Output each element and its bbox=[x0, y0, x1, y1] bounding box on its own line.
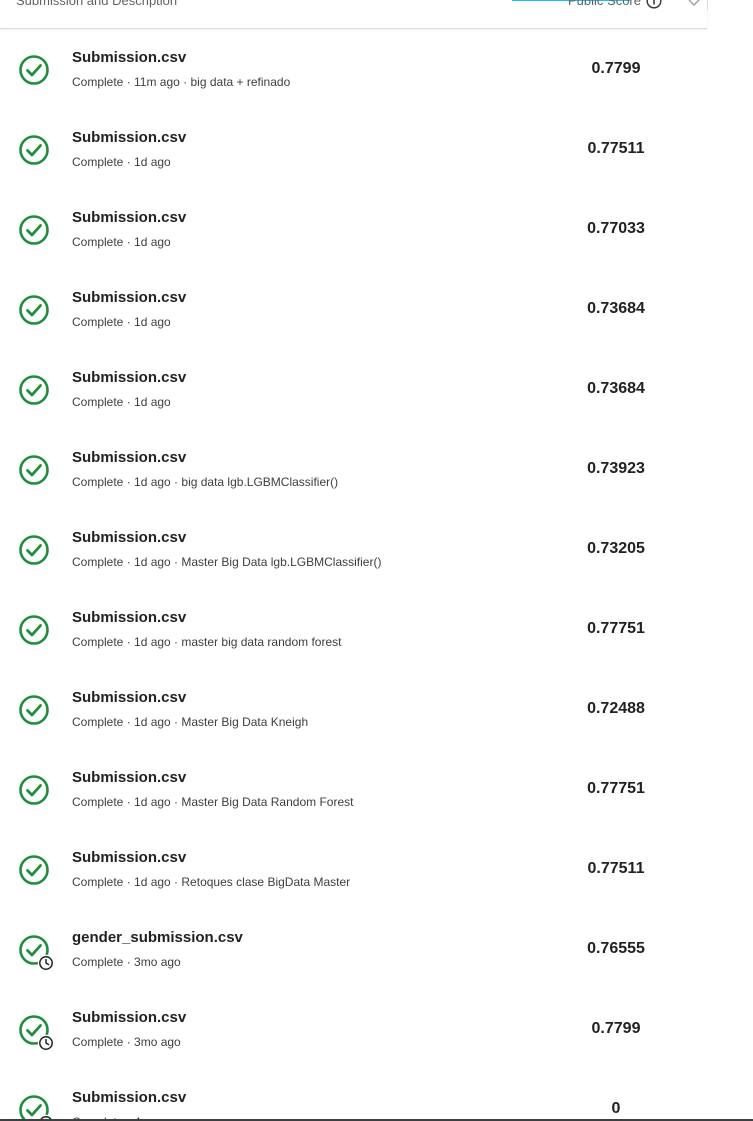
public-score-value: 0.77751 bbox=[587, 780, 645, 797]
public-score-column-header[interactable]: Public Score bbox=[568, 0, 641, 8]
public-score-value: 0.7799 bbox=[591, 1020, 641, 1037]
submission-filename[interactable]: Submission.csv bbox=[72, 849, 186, 866]
public-score-value: 0.73205 bbox=[587, 540, 645, 557]
public-score-value: 0.76555 bbox=[587, 940, 645, 957]
check-circle-icon bbox=[18, 454, 50, 486]
submission-status-description: Complete · 3mo ago bbox=[72, 955, 181, 969]
submission-status-description: Complete · 1d ago bbox=[72, 155, 171, 169]
submission-status-description: Complete · 1d ago · master big data rand… bbox=[72, 635, 342, 649]
submission-status-description: Complete · 11m ago · big data + refinado bbox=[72, 75, 291, 89]
submission-filename[interactable]: Submission.csv bbox=[72, 49, 186, 66]
submission-filename[interactable]: Submission.csv bbox=[72, 289, 186, 306]
submission-filename[interactable]: Submission.csv bbox=[72, 609, 186, 626]
public-score-value: 0.77511 bbox=[587, 140, 645, 157]
submission-row[interactable]: Submission.csv Complete · 11m ago · big d… bbox=[0, 29, 707, 109]
submission-row[interactable]: Submission.csv Complete · 1d ago 0.77033 bbox=[0, 189, 707, 269]
public-score-value: 0.72488 bbox=[587, 700, 645, 717]
submission-status-description: Complete · 1d ago · Master Big Data Knei… bbox=[72, 715, 309, 729]
public-score-value: 0.7799 bbox=[591, 60, 641, 77]
submission-status-description: Complete · 1d ago · big data lgb.LGBMCla… bbox=[72, 475, 339, 489]
submission-filename[interactable]: Submission.csv bbox=[72, 1089, 186, 1106]
submission-status-description: Complete · 1d ago · Master Big Data Rand… bbox=[72, 795, 354, 809]
public-score-value: 0.77033 bbox=[587, 220, 645, 237]
submission-filename[interactable]: Submission.csv bbox=[72, 1009, 186, 1026]
submission-row[interactable]: Submission.csv Complete · 1d ago · Master… bbox=[0, 509, 707, 589]
submission-column-header[interactable]: Submission and Description bbox=[16, 0, 177, 8]
submission-filename[interactable]: Submission.csv bbox=[72, 769, 186, 786]
sort-chevron-icon[interactable] bbox=[688, 0, 700, 7]
submission-row[interactable]: Submission.csvComplete · 4mo ago0 bbox=[0, 1069, 707, 1121]
submission-status-description: Complete · 1d ago · Master Big Data lgb.… bbox=[72, 555, 382, 569]
submission-row[interactable]: gender_submission.csv Complete · 3mo ago 0… bbox=[0, 909, 707, 989]
check-circle-icon bbox=[18, 214, 50, 246]
public-score-value: 0.73923 bbox=[587, 460, 645, 477]
check-circle-icon bbox=[18, 134, 50, 166]
submission-row[interactable]: Submission.csv Complete · 1d ago · master… bbox=[0, 589, 707, 669]
submission-row[interactable]: Submission.csv Complete · 1d ago · Retoqu… bbox=[0, 829, 707, 909]
public-score-value: 0.73684 bbox=[587, 300, 645, 317]
submission-row[interactable]: Submission.csv Complete · 1d ago · big da… bbox=[0, 429, 707, 509]
submission-status-description: Complete · 1d ago · Retoques clase BigDa… bbox=[72, 875, 351, 889]
submission-row[interactable]: Submission.csv Complete · 3mo ago 0.7799 bbox=[0, 989, 707, 1069]
check-circle-icon bbox=[18, 294, 50, 326]
submission-filename[interactable]: gender_submission.csv bbox=[72, 929, 243, 946]
panel-edge bbox=[707, 0, 708, 10]
check-circle-icon bbox=[18, 694, 50, 726]
submission-row[interactable]: Submission.csv Complete · 1d ago · Master… bbox=[0, 749, 707, 829]
submission-status-description: Complete · 1d ago bbox=[72, 395, 171, 409]
public-score-value: 0 bbox=[611, 1100, 621, 1117]
info-icon[interactable] bbox=[646, 0, 662, 9]
submission-row[interactable]: Submission.csv Complete · 1d ago 0.73684 bbox=[0, 269, 707, 349]
check-circle-icon bbox=[18, 934, 55, 972]
check-circle-icon bbox=[18, 1094, 54, 1121]
check-circle-icon bbox=[18, 774, 50, 806]
submission-status-description: Complete · 1d ago bbox=[72, 315, 171, 329]
public-score-value: 0.73684 bbox=[587, 380, 645, 397]
clock-icon bbox=[37, 1034, 55, 1052]
submission-filename[interactable]: Submission.csv bbox=[72, 689, 186, 706]
check-circle-icon bbox=[18, 534, 50, 566]
submission-row[interactable]: Submission.csv Complete · 1d ago 0.77511 bbox=[0, 109, 707, 189]
check-circle-icon bbox=[18, 374, 50, 406]
check-circle-icon bbox=[18, 854, 50, 886]
submission-status-description: Complete · 1d ago bbox=[72, 235, 171, 249]
submissions-list: Submission.csv Complete · 11m ago · big d… bbox=[0, 29, 707, 1121]
submission-filename[interactable]: Submission.csv bbox=[72, 129, 186, 146]
public-score-value: 0.77511 bbox=[587, 860, 645, 877]
submission-filename[interactable]: Submission.csv bbox=[72, 369, 186, 386]
submission-filename[interactable]: Submission.csv bbox=[72, 529, 186, 546]
check-circle-icon bbox=[18, 54, 50, 86]
submission-row[interactable]: Submission.csv Complete · 1d ago · Master… bbox=[0, 669, 707, 749]
submission-status-description: Complete · 3mo ago bbox=[72, 1035, 181, 1049]
public-score-value: 0.77751 bbox=[587, 620, 645, 637]
clock-icon bbox=[37, 954, 55, 972]
submissions-panel: Submission and Description Public Score … bbox=[0, 0, 707, 1121]
submission-filename[interactable]: Submission.csv bbox=[72, 209, 186, 226]
submission-row[interactable]: Submission.csv Complete · 1d ago 0.73684 bbox=[0, 349, 707, 429]
check-circle-icon bbox=[18, 614, 50, 646]
submissions-table-header: Submission and Description Public Score bbox=[0, 0, 707, 29]
submission-filename[interactable]: Submission.csv bbox=[72, 449, 186, 466]
check-circle-icon bbox=[18, 1014, 55, 1052]
